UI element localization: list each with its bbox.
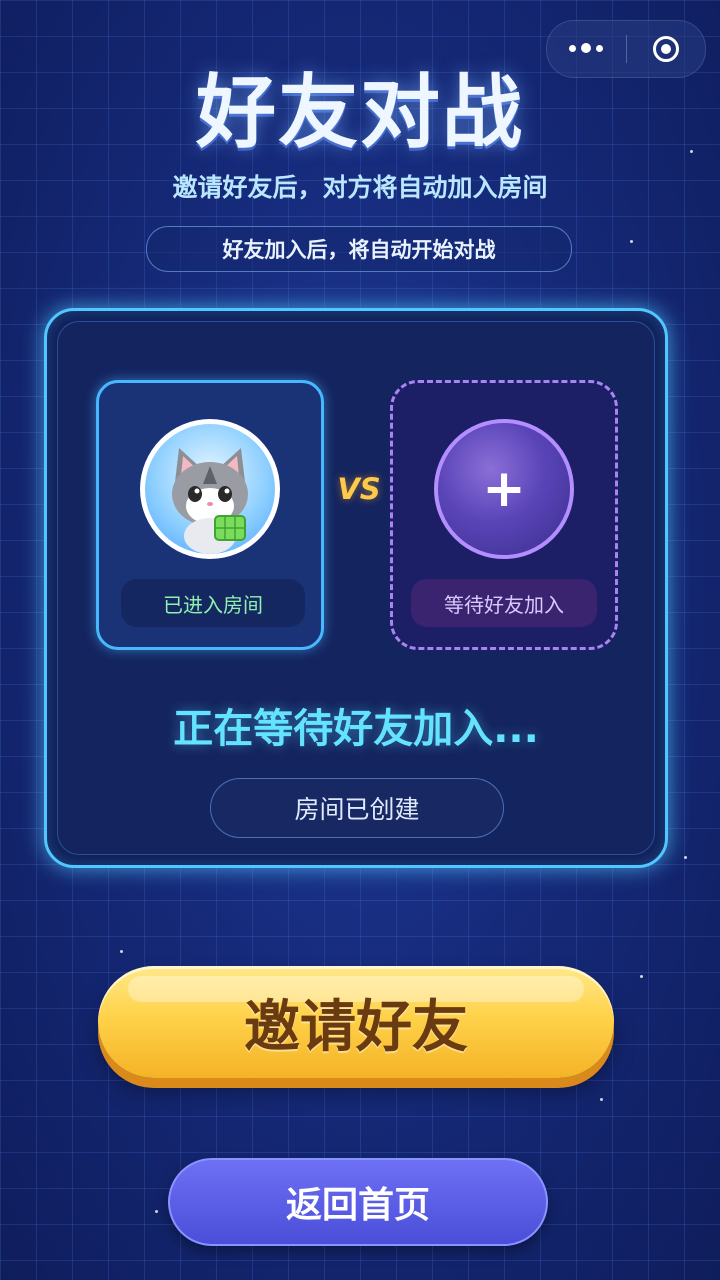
invite-friend-label: 邀请好友 [244, 994, 468, 1060]
room-created-badge: 房间已创建 [210, 778, 504, 838]
star [630, 240, 633, 243]
cat-avatar-icon [172, 448, 248, 554]
page-subtitle: 邀请好友后，对方将自动加入房间 [172, 173, 548, 202]
player-card: 已进入房间 [96, 380, 324, 650]
invite-friend-button[interactable]: 邀请好友 [98, 966, 614, 1078]
auto-start-note: 好友加入后，将自动开始对战 [146, 226, 572, 272]
waiting-status-text: 正在等待好友加入... [173, 706, 539, 752]
plus-icon[interactable]: + [434, 419, 574, 559]
star [600, 1098, 603, 1101]
star [120, 950, 123, 953]
waiting-badge: 等待好友加入 [411, 579, 597, 627]
back-home-button[interactable]: 返回首页 [168, 1158, 548, 1246]
invite-slot-card[interactable]: + 等待好友加入 [390, 380, 618, 650]
star [684, 856, 687, 859]
star [155, 1210, 158, 1213]
page-title: 好友对战 [196, 66, 524, 159]
vs-label: VS [337, 472, 381, 506]
player-status-badge: 已进入房间 [121, 579, 305, 627]
avatar [140, 419, 280, 559]
star [640, 975, 643, 978]
